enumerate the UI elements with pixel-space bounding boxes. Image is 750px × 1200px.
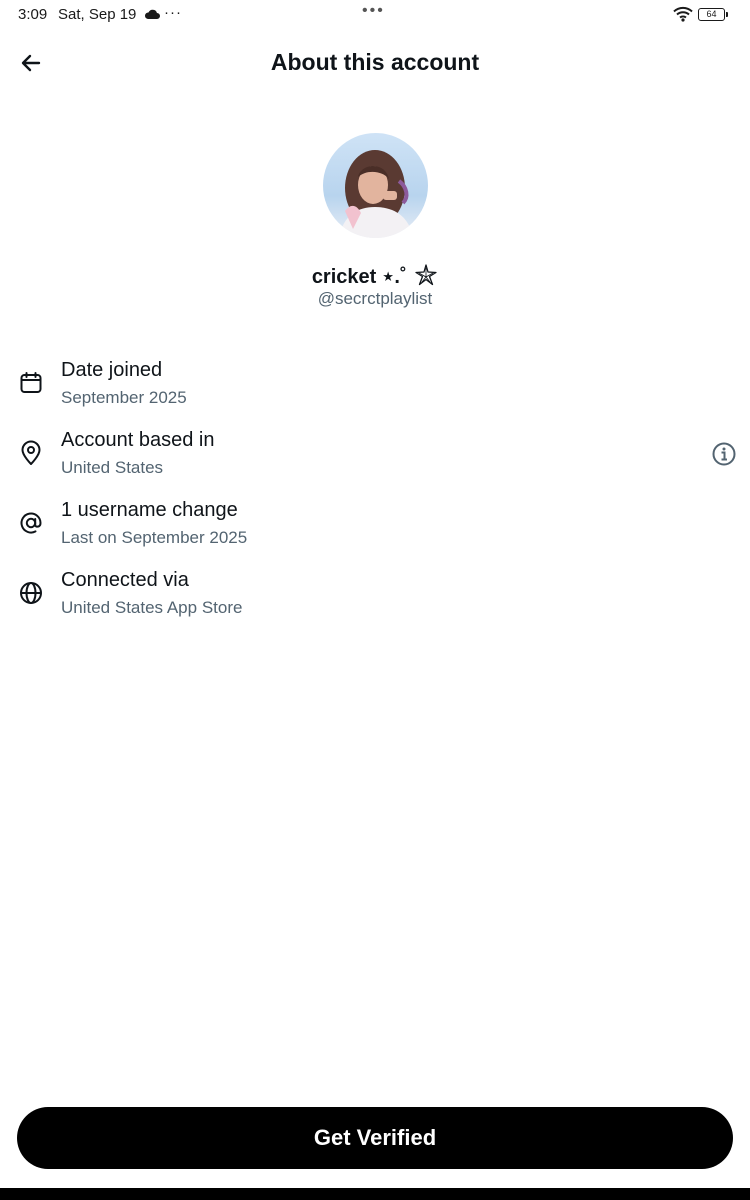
account-based-in-row: Account based in United States (0, 429, 750, 491)
connected-via-label: Connected via (61, 569, 189, 591)
account-based-in-label: Account based in (61, 429, 215, 451)
profile-photo (323, 133, 428, 238)
connected-via-row: Connected via United States App Store (0, 569, 750, 631)
get-verified-button[interactable]: Get Verified (17, 1107, 733, 1169)
cloud-icon (144, 9, 160, 19)
at-sign-icon (20, 512, 42, 534)
account-based-in-value: United States (61, 458, 164, 477)
status-date: Sat, Sep 19 (58, 6, 137, 23)
display-name: cricket ⋆.˚ (0, 263, 750, 289)
connected-via-value: United States App Store (61, 598, 243, 617)
username-change-label: 1 username change (61, 499, 238, 521)
date-joined-row: Date joined September 2025 (0, 359, 750, 421)
page-title: About this account (270, 49, 480, 75)
wifi-icon (673, 6, 693, 22)
starfish-icon (415, 264, 437, 286)
status-time: 3:09 (18, 6, 48, 23)
globe-icon (20, 582, 42, 604)
avatar[interactable] (323, 133, 428, 238)
window-handle-dots-icon[interactable]: ••• (362, 2, 385, 20)
info-icon[interactable] (711, 441, 737, 467)
display-name-text: cricket ⋆.˚ (311, 266, 407, 288)
status-more-icon: ··· (164, 4, 182, 21)
date-joined-label: Date joined (61, 359, 163, 381)
location-pin-icon (21, 440, 41, 465)
battery-icon: 64 (698, 8, 728, 21)
calendar-icon (20, 372, 42, 393)
status-bar: 3:09 Sat, Sep 19 ··· ••• 64 (0, 0, 750, 30)
username-change-value: Last on September 2025 (61, 528, 248, 547)
handle: @secrctplaylist (317, 289, 433, 308)
system-nav-bar (0, 1188, 750, 1200)
date-joined-value: September 2025 (61, 388, 187, 407)
username-change-row: 1 username change Last on September 2025 (0, 499, 750, 561)
